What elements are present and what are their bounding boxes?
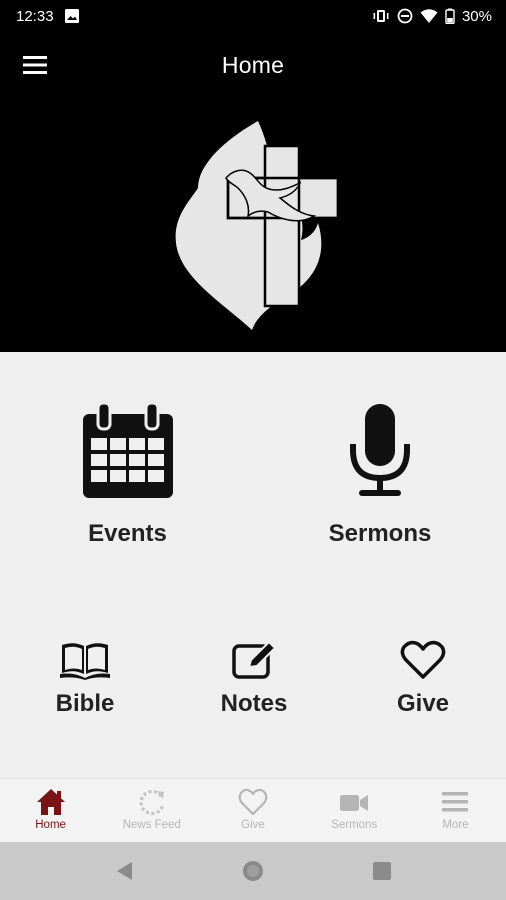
image-notification-icon (64, 8, 80, 24)
nav-news-feed-label: News Feed (122, 819, 181, 831)
microphone-icon (350, 404, 410, 496)
sermons-label: Sermons (328, 520, 432, 547)
give-tile[interactable]: Give (378, 640, 468, 718)
battery-percent: 30% (461, 7, 492, 25)
heart-icon (238, 788, 268, 816)
heart-icon (400, 640, 446, 679)
hamburger-menu-button[interactable] (18, 50, 52, 80)
wifi-icon (420, 8, 438, 24)
bible-tile[interactable]: Bible (40, 640, 130, 718)
give-label: Give (396, 690, 450, 717)
video-camera-icon (340, 795, 369, 811)
nav-home[interactable]: Home (0, 779, 101, 842)
system-navigation-bar (0, 842, 506, 900)
bible-label: Bible (55, 690, 115, 717)
open-book-icon (60, 643, 110, 680)
calendar-icon (82, 401, 173, 498)
nav-sermons[interactable]: Sermons (304, 779, 405, 842)
nav-sermons-label: Sermons (331, 819, 378, 831)
back-icon[interactable] (114, 860, 134, 882)
church-logo (175, 121, 338, 330)
home-icon (36, 789, 65, 815)
events-tile[interactable]: Events (60, 400, 195, 548)
edit-note-icon (232, 640, 277, 679)
notes-tile[interactable]: Notes (209, 640, 299, 718)
page-title: Home (221, 51, 285, 78)
hero-banner (0, 98, 506, 352)
menu-icon (442, 792, 469, 812)
nav-news-feed[interactable]: News Feed (101, 779, 202, 842)
recents-icon[interactable] (372, 861, 392, 881)
nav-more[interactable]: More (405, 779, 506, 842)
nav-more-label: More (442, 819, 469, 831)
battery-icon (445, 8, 455, 24)
notes-label: Notes (220, 690, 288, 717)
vibrate-icon (372, 8, 390, 24)
refresh-icon (139, 789, 165, 816)
nav-give[interactable]: Give (202, 779, 303, 842)
do-not-disturb-icon (397, 8, 413, 24)
events-label: Events (88, 520, 167, 547)
bottom-navigation: Home News Feed Give Sermons More (0, 778, 506, 842)
sermons-tile[interactable]: Sermons (310, 400, 450, 548)
status-bar: 12:33 30% (0, 0, 506, 32)
app-bar: Home (0, 32, 506, 98)
hamburger-icon (23, 56, 47, 74)
status-time: 12:33 (16, 7, 54, 25)
nav-home-label: Home (35, 819, 66, 831)
nav-give-label: Give (241, 819, 265, 831)
home-circle-icon[interactable] (241, 859, 265, 883)
